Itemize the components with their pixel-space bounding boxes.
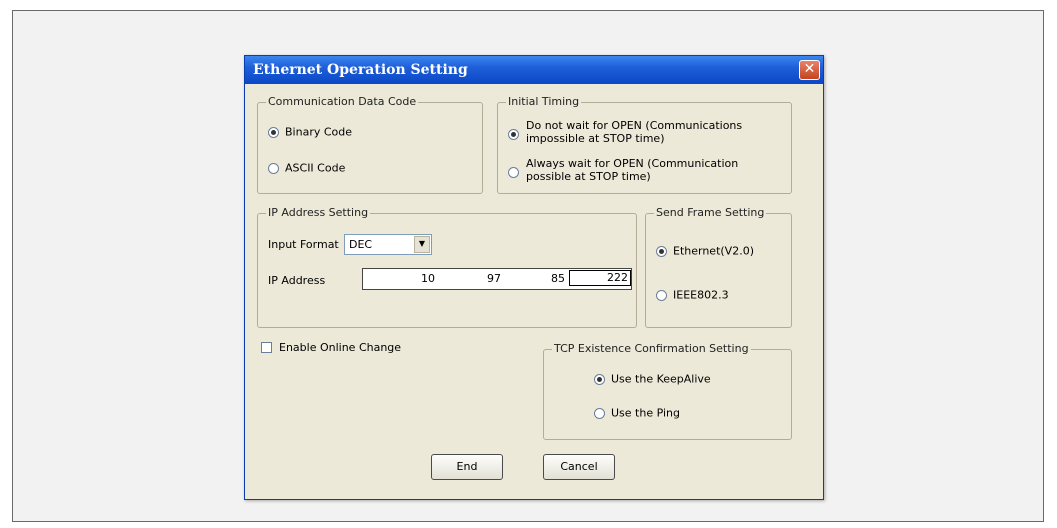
radio-binary-code-indicator[interactable] — [268, 126, 279, 138]
radio-ethernet-v2[interactable]: Ethernet(V2.0) — [656, 244, 754, 258]
input-format-select[interactable]: DEC ▼ — [344, 234, 432, 255]
ip-address-setting-group: IP Address Setting Input Format DEC ▼ IP… — [257, 206, 637, 328]
cancel-button[interactable]: Cancel — [543, 454, 615, 480]
tcp-confirmation-group: TCP Existence Confirmation Setting Use t… — [543, 342, 792, 440]
input-format-value: DEC — [349, 238, 373, 251]
ip-octet-2[interactable]: 97 — [437, 272, 501, 286]
radio-no-wait-open[interactable] — [508, 129, 519, 140]
chevron-down-icon[interactable]: ▼ — [414, 236, 430, 253]
ip-octet-3[interactable]: 85 — [503, 272, 565, 286]
radio-ascii-code[interactable]: ASCII Code — [268, 161, 345, 175]
radio-ascii-code-indicator[interactable] — [268, 162, 279, 174]
close-icon: ✕ — [803, 61, 816, 77]
title-bar[interactable]: Ethernet Operation Setting ✕ — [245, 56, 823, 84]
tcp-confirmation-label: TCP Existence Confirmation Setting — [552, 342, 751, 355]
dialog-title: Ethernet Operation Setting — [253, 62, 468, 78]
ethernet-operation-dialog: Ethernet Operation Setting ✕ Communicati… — [244, 55, 824, 500]
input-format-label: Input Format — [268, 238, 339, 251]
send-frame-setting-label: Send Frame Setting — [654, 206, 767, 219]
radio-ascii-code-label: ASCII Code — [285, 161, 346, 175]
radio-binary-code[interactable]: Binary Code — [268, 125, 352, 139]
radio-binary-code-label: Binary Code — [285, 125, 353, 139]
radio-ethernet-v2-label: Ethernet(V2.0) — [673, 244, 754, 258]
initial-timing-group: Initial Timing Do not wait for OPEN (Com… — [497, 95, 792, 194]
no-wait-open-line1: Do not wait for OPEN (Communications — [526, 119, 743, 132]
radio-ieee8023[interactable]: IEEE802.3 — [656, 288, 729, 302]
close-button[interactable]: ✕ — [799, 60, 820, 80]
radio-always-wait-open[interactable] — [508, 167, 519, 178]
online-change-checkbox[interactable] — [261, 342, 272, 353]
initial-timing-label: Initial Timing — [506, 95, 582, 108]
ip-octet-4[interactable]: 222 — [569, 270, 631, 286]
ip-octet-1[interactable]: 10 — [365, 272, 435, 286]
radio-keepalive-indicator[interactable] — [594, 373, 605, 385]
ip-address-label: IP Address — [268, 274, 326, 287]
ip-address-setting-label: IP Address Setting — [266, 206, 371, 219]
send-frame-setting-group: Send Frame Setting Ethernet(V2.0) IEEE80… — [645, 206, 792, 328]
radio-ping-indicator[interactable] — [594, 407, 605, 419]
no-wait-open-line2: impossible at STOP time) — [526, 132, 665, 145]
radio-ieee8023-label: IEEE802.3 — [673, 288, 729, 302]
radio-ping[interactable]: Use the Ping — [594, 406, 680, 420]
radio-ieee8023-indicator[interactable] — [656, 289, 667, 301]
radio-ethernet-v2-indicator[interactable] — [656, 245, 667, 257]
comm-data-code-group: Communication Data Code Binary Code ASCI… — [257, 95, 483, 194]
radio-always-wait-open-label: Always wait for OPEN (Communication poss… — [526, 157, 738, 183]
radio-keepalive[interactable]: Use the KeepAlive — [594, 372, 711, 386]
radio-no-wait-open-label: Do not wait for OPEN (Communications imp… — [526, 119, 742, 145]
radio-keepalive-label: Use the KeepAlive — [611, 372, 711, 386]
comm-data-code-label: Communication Data Code — [266, 95, 419, 108]
ip-address-input[interactable]: 10 97 85 222 — [362, 268, 632, 290]
online-change-label: Enable Online Change — [279, 341, 402, 354]
always-wait-open-line1: Always wait for OPEN (Communication — [526, 157, 739, 170]
radio-ping-label: Use the Ping — [611, 406, 680, 420]
end-button[interactable]: End — [431, 454, 503, 480]
always-wait-open-line2: possible at STOP time) — [526, 170, 651, 183]
